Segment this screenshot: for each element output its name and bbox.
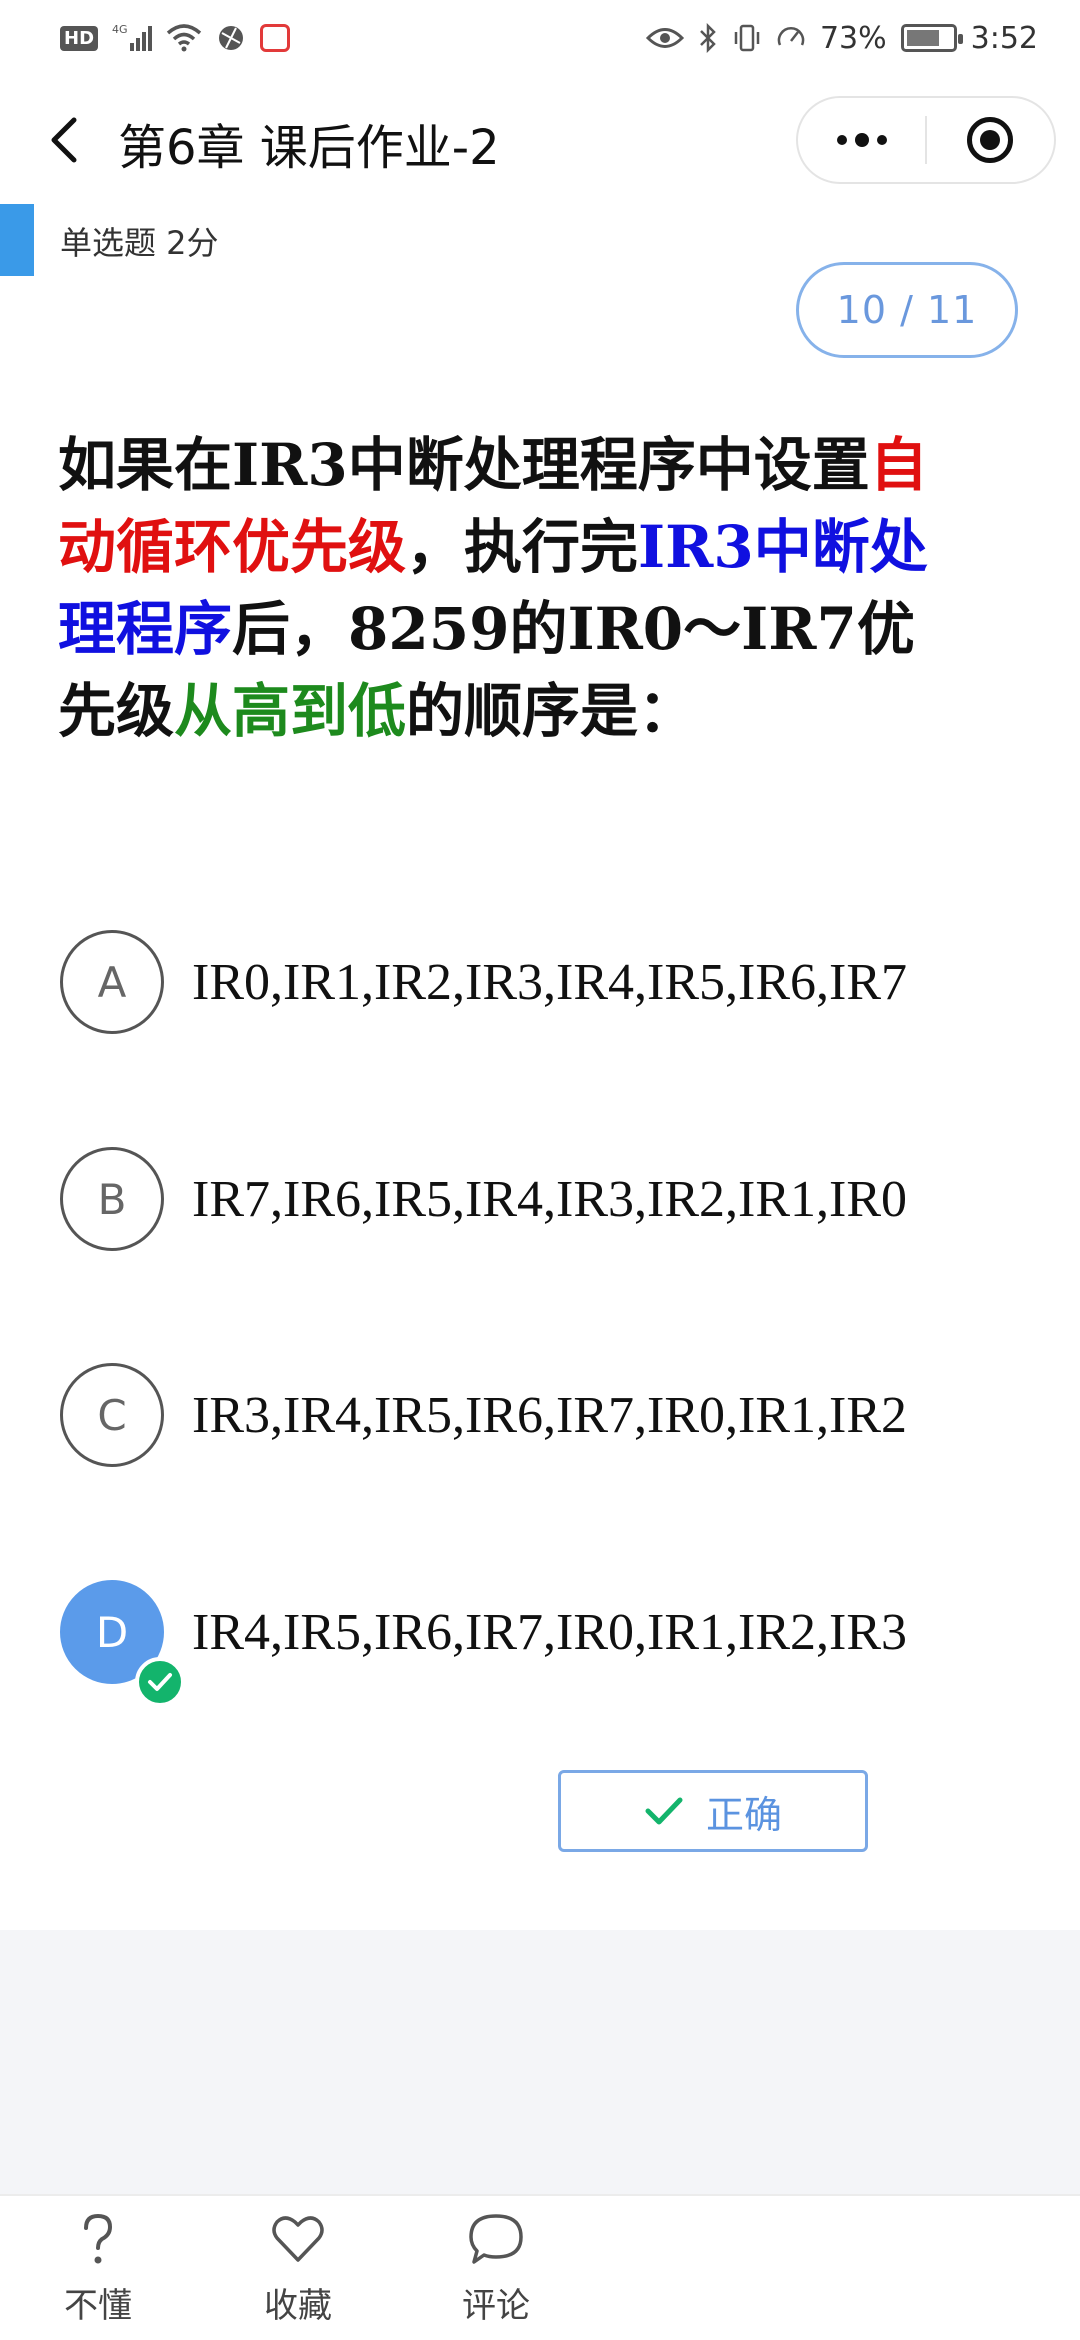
question-progress-button[interactable]: 10 / 11	[796, 262, 1018, 358]
content-spacer	[0, 1930, 1080, 2194]
option-b[interactable]: B IR7,IR6,IR5,IR4,IR3,IR2,IR1,IR0	[60, 1144, 1040, 1254]
eye-icon	[645, 25, 684, 51]
comment-icon	[469, 2214, 523, 2264]
option-letter: A	[97, 957, 127, 1007]
heart-icon	[272, 2216, 324, 2262]
result-badge: 正确	[558, 1770, 868, 1852]
close-mini-program-button[interactable]	[927, 98, 1054, 182]
option-letter-circle: A	[60, 930, 164, 1034]
bluetooth-icon	[698, 23, 718, 53]
tab-favorite[interactable]: 收藏	[238, 2210, 358, 2327]
tab-dont-understand[interactable]: 不懂	[38, 2210, 158, 2327]
status-bar: HD 4G 73% 3:52	[0, 0, 1080, 76]
option-letter: C	[97, 1390, 127, 1440]
bottom-toolbar: 不懂 收藏 评论	[0, 2194, 1080, 2340]
more-button[interactable]	[798, 98, 925, 182]
option-letter-circle: B	[60, 1147, 164, 1251]
target-icon	[967, 117, 1014, 163]
question-text-segment: 从高到低	[174, 677, 407, 745]
hd-icon: HD	[60, 25, 99, 51]
result-label: 正确	[705, 1792, 782, 1837]
nav-bar: 第6章 课后作业-2	[0, 80, 1080, 202]
battery-icon	[900, 24, 963, 52]
option-letter-circle: D	[60, 1580, 185, 1707]
battery-percent: 73%	[819, 20, 887, 56]
question-type-marker	[0, 204, 34, 276]
tab-label: 不懂	[64, 2286, 132, 2326]
signal-icon: 4G	[112, 23, 153, 53]
status-right: 73% 3:52	[645, 20, 1038, 56]
page-title: 第6章 课后作业-2	[118, 120, 500, 176]
option-letter: B	[97, 1174, 127, 1224]
question-icon	[84, 2213, 113, 2264]
chevron-left-icon	[51, 117, 77, 163]
notification-app-icon	[260, 24, 291, 52]
option-text: IR3,IR4,IR5,IR6,IR7,IR0,IR1,IR2	[192, 1386, 907, 1444]
option-d[interactable]: D IR4,IR5,IR6,IR7,IR0,IR1,IR2,IR3	[60, 1577, 1040, 1707]
correct-check-icon	[135, 1657, 185, 1707]
check-icon	[645, 1797, 683, 1825]
question-text: 如果在IR3中断处理程序中设置自动循环优先级，执行完IR3中断处理程序后，825…	[58, 424, 958, 752]
tab-label: 收藏	[264, 2286, 332, 2326]
option-text: IR4,IR5,IR6,IR7,IR0,IR1,IR2,IR3	[192, 1603, 907, 1661]
question-text-segment: 的顺序是：	[406, 677, 697, 745]
option-text: IR7,IR6,IR5,IR4,IR3,IR2,IR1,IR0	[192, 1170, 907, 1228]
option-letter-circle: C	[60, 1363, 164, 1467]
vpn-icon	[216, 23, 246, 53]
speed-icon	[776, 23, 806, 53]
status-left: HD 4G	[60, 23, 291, 53]
option-c[interactable]: C IR3,IR4,IR5,IR6,IR7,IR0,IR1,IR2	[60, 1360, 1040, 1470]
question-type-label: 单选题 2分	[60, 224, 219, 262]
svg-text:4G: 4G	[112, 23, 128, 36]
wifi-icon	[166, 23, 202, 53]
more-icon	[836, 133, 887, 147]
tab-label: 评论	[462, 2286, 530, 2326]
vibrate-icon	[732, 23, 762, 53]
tab-comment[interactable]: 评论	[436, 2210, 556, 2327]
clock: 3:52	[970, 20, 1038, 56]
mini-program-capsule	[796, 96, 1056, 184]
option-text: IR0,IR1,IR2,IR3,IR4,IR5,IR6,IR7	[192, 953, 907, 1011]
option-letter: D	[95, 1607, 129, 1657]
option-a[interactable]: A IR0,IR1,IR2,IR3,IR4,IR5,IR6,IR7	[60, 927, 1040, 1037]
question-text-segment: ，执行完	[406, 513, 639, 581]
back-button[interactable]	[38, 114, 90, 166]
question-text-segment: 如果在IR3中断处理程序中设置	[58, 431, 870, 499]
